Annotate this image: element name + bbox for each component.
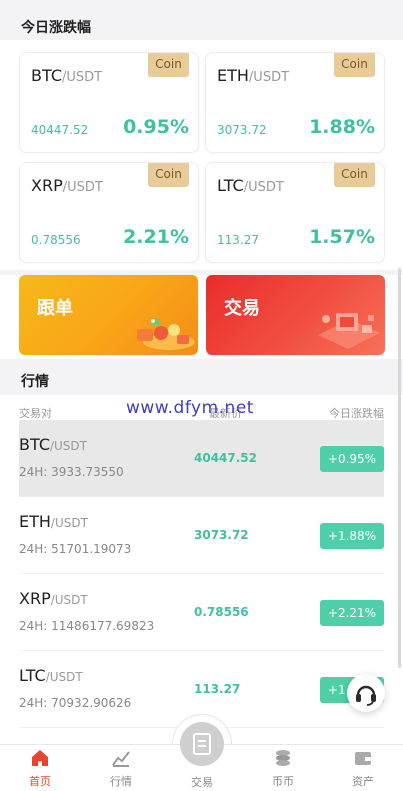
card-base: BTC <box>31 66 62 85</box>
card-price: 0.78556 <box>31 233 81 247</box>
headset-icon <box>356 685 376 706</box>
ticker-card-xrp[interactable]: XRP/USDT 0.78556 2.21% Coin <box>19 162 199 263</box>
tab-home-label: 首页 <box>29 775 51 788</box>
tab-home[interactable]: 首页 <box>0 745 80 791</box>
trade-banner[interactable]: 交易 <box>206 275 385 355</box>
column-header-pair: 交易对 <box>19 407 52 420</box>
ticker-card-ltc[interactable]: LTC/USDT 113.27 1.57% Coin <box>205 162 385 263</box>
shopping-illustration-icon <box>137 317 195 350</box>
follow-banner[interactable]: 跟单 <box>19 275 198 355</box>
section-title-daily-change: 今日涨跌幅 <box>0 0 403 40</box>
customer-service-button[interactable] <box>347 674 385 712</box>
row-base: BTC <box>19 435 50 454</box>
banner-row: 跟单 交易 <box>0 275 403 359</box>
row-base: XRP <box>19 589 51 608</box>
coin-tag: Coin <box>334 163 375 187</box>
card-quote: /USDT <box>243 180 284 195</box>
row-quote: /USDT <box>50 516 88 530</box>
wallet-icon <box>355 752 371 765</box>
market-row-eth[interactable]: ETH/USDT 24H: 51701.19073 3073.72 +1.88% <box>19 497 384 574</box>
card-price: 113.27 <box>217 233 259 247</box>
row-quote: /USDT <box>50 593 88 607</box>
scrollbar[interactable] <box>398 268 401 668</box>
row-volume: 24H: 70932.90626 <box>19 696 132 710</box>
change-badge: +1.88% <box>320 523 384 549</box>
card-change: 1.88% <box>309 116 375 138</box>
coin-tag: Coin <box>334 53 375 77</box>
tab-coins[interactable]: 币币 <box>243 745 323 791</box>
market-row-btc[interactable]: BTC/USDT 24H: 3933.73550 40447.52 +0.95% <box>19 420 384 497</box>
ticker-cards: BTC/USDT 40447.52 0.95% Coin ETH/USDT 30… <box>0 40 403 270</box>
ticker-card-btc[interactable]: BTC/USDT 40447.52 0.95% Coin <box>19 52 199 153</box>
row-pair: BTC/USDT <box>19 435 87 454</box>
row-pair: XRP/USDT <box>19 589 88 608</box>
tab-trade[interactable] <box>180 722 224 766</box>
tab-assets[interactable]: 资产 <box>323 745 403 791</box>
card-base: LTC <box>217 176 244 195</box>
card-price: 40447.52 <box>31 123 89 137</box>
row-volume: 24H: 51701.19073 <box>19 542 132 556</box>
coins-icon <box>276 750 290 766</box>
tab-assets-label: 资产 <box>352 775 374 788</box>
tab-coins-label: 币币 <box>272 775 294 788</box>
row-volume: 24H: 11486177.69823 <box>19 619 155 633</box>
coin-tag: Coin <box>148 163 189 187</box>
card-quote: /USDT <box>248 70 290 85</box>
home-icon <box>32 750 48 766</box>
tab-market-label: 行情 <box>110 775 132 788</box>
card-pair: BTC/USDT <box>31 66 102 85</box>
row-price: 0.78556 <box>194 605 249 619</box>
column-header-change: 今日涨跌幅 <box>329 407 384 420</box>
row-base: LTC <box>19 666 46 685</box>
card-pair: LTC/USDT <box>217 176 284 195</box>
row-price: 40447.52 <box>194 451 258 465</box>
coin-tag: Coin <box>148 53 189 77</box>
card-pair: ETH/USDT <box>217 66 289 85</box>
row-pair: LTC/USDT <box>19 666 83 685</box>
row-quote: /USDT <box>45 670 83 684</box>
card-change: 1.57% <box>309 226 375 248</box>
trade-doc-icon <box>193 733 211 755</box>
card-base: XRP <box>31 176 63 195</box>
row-volume: 24H: 3933.73550 <box>19 465 124 479</box>
row-price: 3073.72 <box>194 528 249 542</box>
ticker-card-eth[interactable]: ETH/USDT 3073.72 1.88% Coin <box>205 52 385 153</box>
row-base: ETH <box>19 512 51 531</box>
market-section-title: 行情 <box>0 363 403 395</box>
tab-market[interactable]: 行情 <box>81 745 161 791</box>
trading-illustration-icon <box>318 313 380 349</box>
card-pair: XRP/USDT <box>31 176 103 195</box>
card-change: 0.95% <box>123 116 189 138</box>
row-quote: /USDT <box>49 439 87 453</box>
chart-icon <box>112 751 130 767</box>
card-base: ETH <box>217 66 249 85</box>
card-quote: /USDT <box>61 70 103 85</box>
card-change: 2.21% <box>123 226 189 248</box>
change-badge: +0.95% <box>320 446 384 472</box>
card-price: 3073.72 <box>217 123 267 137</box>
row-price: 113.27 <box>194 682 241 696</box>
card-quote: /USDT <box>62 180 103 195</box>
market-row-xrp[interactable]: XRP/USDT 24H: 11486177.69823 0.78556 +2.… <box>19 574 384 651</box>
change-badge: +2.21% <box>320 600 384 626</box>
row-pair: ETH/USDT <box>19 512 88 531</box>
tab-trade-label: 交易 <box>191 776 213 789</box>
watermark-text: www.dfym.net <box>126 398 254 418</box>
market-list: 交易对 最新价 今日涨跌幅 www.dfym.net BTC/USDT 24H:… <box>0 395 403 745</box>
